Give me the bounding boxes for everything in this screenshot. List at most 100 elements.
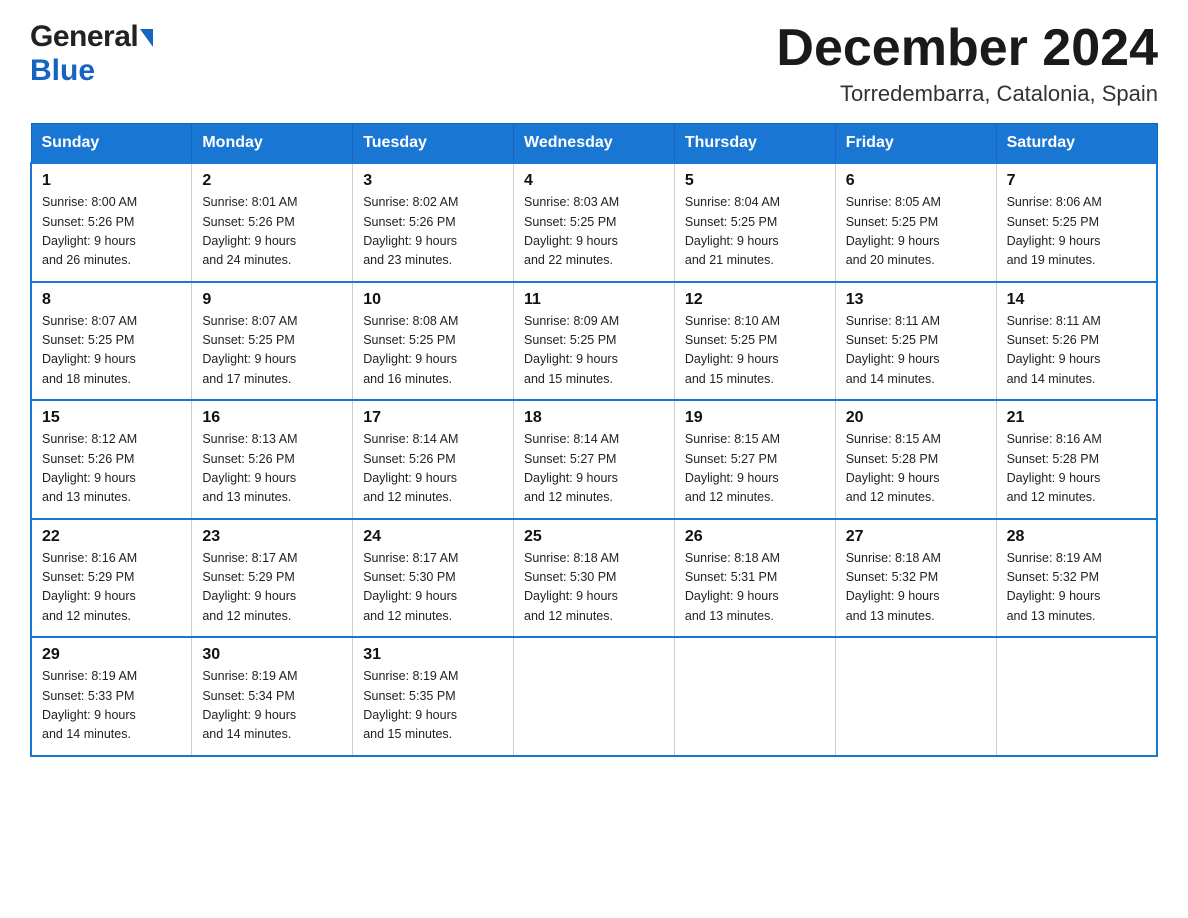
day-cell-17: 17Sunrise: 8:14 AMSunset: 5:26 PMDayligh… [353,400,514,519]
day-number: 21 [1007,409,1146,427]
day-cell-5: 5 Sunrise: 8:04 AMSunset: 5:25 PMDaylight… [674,163,835,282]
day-number: 2 [202,172,342,190]
day-cell-30: 30Sunrise: 8:19 AMSunset: 5:34 PMDayligh… [192,637,353,756]
day-info: Sunrise: 8:10 AMSunset: 5:25 PMDaylight:… [685,312,825,390]
day-cell-11: 11 Sunrise: 8:09 AMSunset: 5:25 PMDayligh… [514,282,675,401]
day-number: 9 [202,291,342,309]
col-header-wednesday: Wednesday [514,124,675,164]
logo-general: General [30,20,138,54]
day-info: Sunrise: 8:16 AMSunset: 5:29 PMDaylight:… [42,549,181,627]
day-number: 4 [524,172,664,190]
col-header-sunday: Sunday [31,124,192,164]
day-number: 1 [42,172,181,190]
day-cell-23: 23Sunrise: 8:17 AMSunset: 5:29 PMDayligh… [192,519,353,638]
day-info: Sunrise: 8:07 AMSunset: 5:25 PMDaylight:… [202,312,342,390]
day-number: 6 [846,172,986,190]
day-cell-28: 28Sunrise: 8:19 AMSunset: 5:32 PMDayligh… [996,519,1157,638]
day-cell-22: 22 Sunrise: 8:16 AMSunset: 5:29 PMDayligh… [31,519,192,638]
day-number: 27 [846,528,986,546]
day-number: 19 [685,409,825,427]
day-number: 18 [524,409,664,427]
day-info: Sunrise: 8:14 AMSunset: 5:27 PMDaylight:… [524,430,664,508]
day-number: 29 [42,646,181,664]
logo-blue: Blue [30,54,95,87]
empty-cell [996,637,1157,756]
day-cell-25: 25 Sunrise: 8:18 AMSunset: 5:30 PMDayligh… [514,519,675,638]
week-row-1: 1 Sunrise: 8:00 AMSunset: 5:26 PMDaylight… [31,163,1157,282]
day-info: Sunrise: 8:11 AMSunset: 5:26 PMDaylight:… [1007,312,1146,390]
day-cell-4: 4Sunrise: 8:03 AMSunset: 5:25 PMDaylight… [514,163,675,282]
page-header: General Blue December 2024 Torredembarra… [30,20,1158,107]
day-cell-16: 16Sunrise: 8:13 AMSunset: 5:26 PMDayligh… [192,400,353,519]
col-header-friday: Friday [835,124,996,164]
day-cell-13: 13Sunrise: 8:11 AMSunset: 5:25 PMDayligh… [835,282,996,401]
day-number: 3 [363,172,503,190]
day-info: Sunrise: 8:06 AMSunset: 5:25 PMDaylight:… [1007,193,1146,271]
week-row-4: 22 Sunrise: 8:16 AMSunset: 5:29 PMDayligh… [31,519,1157,638]
day-info: Sunrise: 8:17 AMSunset: 5:30 PMDaylight:… [363,549,503,627]
day-number: 22 [42,528,181,546]
day-cell-27: 27Sunrise: 8:18 AMSunset: 5:32 PMDayligh… [835,519,996,638]
day-number: 23 [202,528,342,546]
col-header-tuesday: Tuesday [353,124,514,164]
day-info: Sunrise: 8:18 AMSunset: 5:30 PMDaylight:… [524,549,664,627]
day-info: Sunrise: 8:00 AMSunset: 5:26 PMDaylight:… [42,193,181,271]
day-cell-18: 18 Sunrise: 8:14 AMSunset: 5:27 PMDayligh… [514,400,675,519]
week-row-2: 8 Sunrise: 8:07 AMSunset: 5:25 PMDaylight… [31,282,1157,401]
day-cell-7: 7 Sunrise: 8:06 AMSunset: 5:25 PMDaylight… [996,163,1157,282]
day-cell-10: 10Sunrise: 8:08 AMSunset: 5:25 PMDayligh… [353,282,514,401]
col-header-saturday: Saturday [996,124,1157,164]
empty-cell [514,637,675,756]
day-cell-20: 20Sunrise: 8:15 AMSunset: 5:28 PMDayligh… [835,400,996,519]
empty-cell [674,637,835,756]
title-block: December 2024 Torredembarra, Catalonia, … [776,20,1158,107]
day-cell-21: 21 Sunrise: 8:16 AMSunset: 5:28 PMDayligh… [996,400,1157,519]
day-info: Sunrise: 8:04 AMSunset: 5:25 PMDaylight:… [685,193,825,271]
day-number: 28 [1007,528,1146,546]
location: Torredembarra, Catalonia, Spain [776,81,1158,107]
month-title: December 2024 [776,20,1158,77]
day-info: Sunrise: 8:09 AMSunset: 5:25 PMDaylight:… [524,312,664,390]
day-info: Sunrise: 8:19 AMSunset: 5:34 PMDaylight:… [202,667,342,745]
day-info: Sunrise: 8:15 AMSunset: 5:27 PMDaylight:… [685,430,825,508]
day-cell-15: 15 Sunrise: 8:12 AMSunset: 5:26 PMDayligh… [31,400,192,519]
day-cell-31: 31Sunrise: 8:19 AMSunset: 5:35 PMDayligh… [353,637,514,756]
day-info: Sunrise: 8:12 AMSunset: 5:26 PMDaylight:… [42,430,181,508]
header-row: SundayMondayTuesdayWednesdayThursdayFrid… [31,124,1157,164]
day-info: Sunrise: 8:14 AMSunset: 5:26 PMDaylight:… [363,430,503,508]
day-cell-24: 24 Sunrise: 8:17 AMSunset: 5:30 PMDayligh… [353,519,514,638]
day-info: Sunrise: 8:02 AMSunset: 5:26 PMDaylight:… [363,193,503,271]
day-cell-19: 19 Sunrise: 8:15 AMSunset: 5:27 PMDayligh… [674,400,835,519]
week-row-3: 15 Sunrise: 8:12 AMSunset: 5:26 PMDayligh… [31,400,1157,519]
day-number: 10 [363,291,503,309]
day-cell-2: 2 Sunrise: 8:01 AMSunset: 5:26 PMDaylight… [192,163,353,282]
day-cell-29: 29 Sunrise: 8:19 AMSunset: 5:33 PMDayligh… [31,637,192,756]
calendar-table: SundayMondayTuesdayWednesdayThursdayFrid… [30,123,1158,757]
day-number: 12 [685,291,825,309]
day-number: 14 [1007,291,1146,309]
day-info: Sunrise: 8:16 AMSunset: 5:28 PMDaylight:… [1007,430,1146,508]
day-number: 8 [42,291,181,309]
day-cell-9: 9 Sunrise: 8:07 AMSunset: 5:25 PMDaylight… [192,282,353,401]
day-cell-12: 12 Sunrise: 8:10 AMSunset: 5:25 PMDayligh… [674,282,835,401]
day-info: Sunrise: 8:19 AMSunset: 5:33 PMDaylight:… [42,667,181,745]
day-number: 11 [524,291,664,309]
day-info: Sunrise: 8:07 AMSunset: 5:25 PMDaylight:… [42,312,181,390]
empty-cell [835,637,996,756]
day-info: Sunrise: 8:15 AMSunset: 5:28 PMDaylight:… [846,430,986,508]
day-cell-1: 1 Sunrise: 8:00 AMSunset: 5:26 PMDaylight… [31,163,192,282]
day-number: 7 [1007,172,1146,190]
day-number: 15 [42,409,181,427]
day-number: 31 [363,646,503,664]
day-cell-8: 8 Sunrise: 8:07 AMSunset: 5:25 PMDaylight… [31,282,192,401]
day-info: Sunrise: 8:05 AMSunset: 5:25 PMDaylight:… [846,193,986,271]
week-row-5: 29 Sunrise: 8:19 AMSunset: 5:33 PMDayligh… [31,637,1157,756]
logo-arrow-icon [140,29,153,47]
day-number: 16 [202,409,342,427]
day-number: 25 [524,528,664,546]
day-number: 24 [363,528,503,546]
day-number: 26 [685,528,825,546]
day-number: 5 [685,172,825,190]
col-header-monday: Monday [192,124,353,164]
day-info: Sunrise: 8:01 AMSunset: 5:26 PMDaylight:… [202,193,342,271]
